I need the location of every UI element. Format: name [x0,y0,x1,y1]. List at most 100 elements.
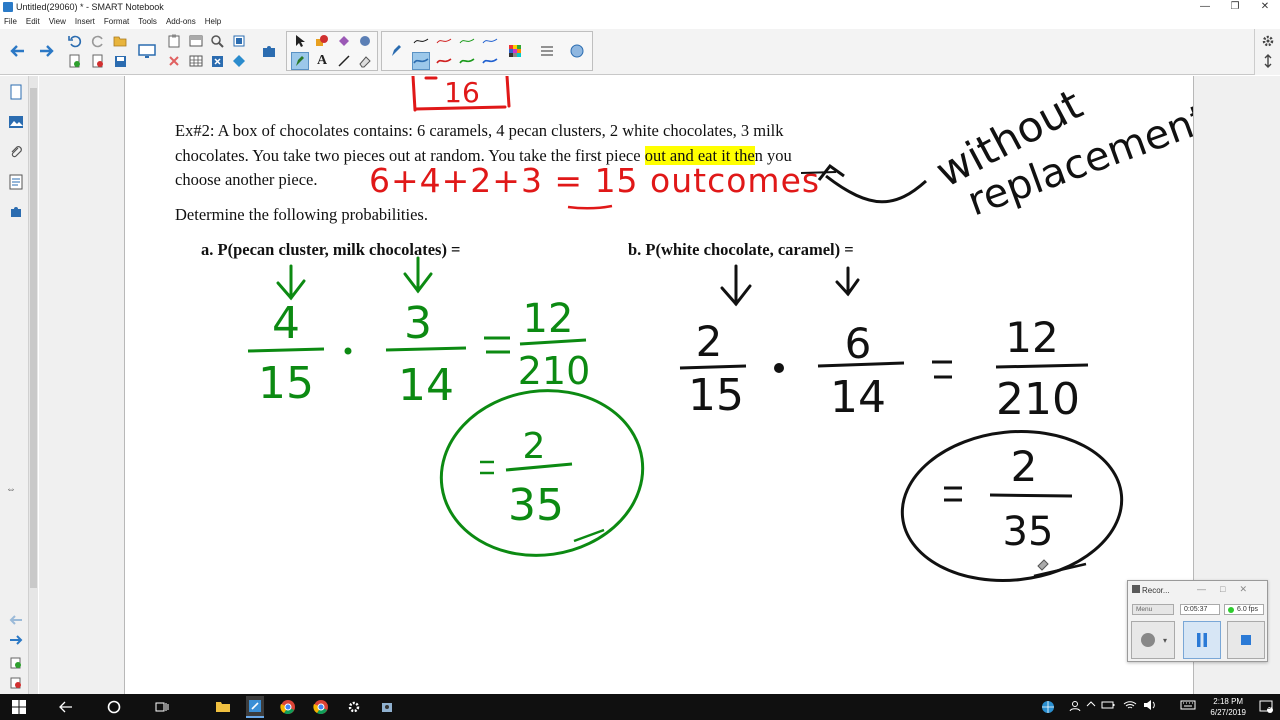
network-globe-icon[interactable] [1041,700,1055,717]
wifi-icon[interactable] [1123,700,1137,713]
recorder-elapsed-time: 0:05:37 [1180,604,1220,615]
back-arrow-icon[interactable] [57,698,75,716]
recorder-taskbar-icon[interactable] [378,698,396,716]
people-icon[interactable] [1069,700,1081,715]
battery-icon[interactable] [1101,700,1115,713]
pen-style-black-thin-icon[interactable] [412,32,430,50]
recorder-title: Recor... [1142,586,1170,595]
pause-button[interactable] [1183,621,1221,659]
volume-icon[interactable] [1143,700,1157,713]
record-button[interactable]: ▾ [1131,621,1175,659]
ink-b-simpl-num: 2 [1011,442,1038,491]
pen-type-icon[interactable] [387,42,405,60]
record-dropdown-icon[interactable]: ▾ [1163,636,1167,645]
menu-edit[interactable]: Edit [26,15,40,28]
delete-page-icon[interactable] [89,52,107,70]
capture-tool-icon[interactable] [230,32,248,50]
chrome-icon[interactable] [279,698,297,716]
sidebar-add-page-icon[interactable] [6,653,26,673]
sidebar-delete-page-icon[interactable] [6,673,26,693]
fill-icon[interactable] [335,32,353,50]
undo-icon[interactable] [66,32,84,50]
add-page-icon[interactable] [66,52,84,70]
color-palette-icon[interactable] [506,42,524,60]
pen-style-green-thick-icon[interactable] [458,52,476,70]
task-view-icon[interactable] [153,698,171,716]
menu-file[interactable]: File [4,15,17,28]
chrome-profile-icon[interactable] [312,698,330,716]
ink-arrow-to-highlight [825,174,928,204]
search-circle-icon[interactable] [105,698,123,716]
line-style-icon[interactable] [538,42,556,60]
show-hidden-icons-chevron-icon[interactable] [1086,700,1096,711]
ink-a-num2: 3 [404,298,432,349]
menu-help[interactable]: Help [205,15,221,28]
recorder-window-controls[interactable]: —□✕ [1197,584,1261,595]
file-explorer-icon[interactable] [214,698,232,716]
taskbar-clock[interactable]: 2:18 PM 6/27/2019 [1210,696,1246,718]
text-tool-icon[interactable]: A [313,52,331,70]
settings-taskbar-icon[interactable] [345,698,363,716]
minimize-button[interactable]: — [1190,0,1220,15]
toolbar-position-icon[interactable] [1259,52,1277,70]
stop-button[interactable] [1227,621,1265,659]
sidebar-scrollbar[interactable] [28,76,38,694]
maximize-button[interactable]: ❐ [1220,0,1250,15]
settings-gear-icon[interactable] [1259,32,1277,50]
doc-camera-icon[interactable] [230,52,248,70]
pen-style-red-thin-icon[interactable] [435,32,453,50]
menu-view[interactable]: View [49,15,66,28]
pen-style-blue-thick-icon[interactable] [481,52,499,70]
display-screen-icon[interactable] [138,42,156,60]
panel-resize-icon[interactable]: ⇔ [6,484,16,495]
shapes-icon[interactable] [313,32,331,50]
transparency-icon[interactable] [568,42,586,60]
pen-style-blue-thin-icon[interactable] [481,32,499,50]
problem-line-3: choose another piece. [175,170,318,189]
properties-icon[interactable] [6,172,26,192]
delete-icon[interactable] [165,52,183,70]
start-windows-icon[interactable] [10,698,28,716]
page-sorter-icon[interactable] [6,82,26,102]
save-icon[interactable] [111,52,129,70]
magic-pen-icon[interactable] [356,32,374,50]
menu-insert[interactable]: Insert [75,15,95,28]
sidebar-previous-page-icon[interactable] [6,610,26,630]
smart-notebook-taskbar-icon[interactable] [246,696,264,718]
select-pointer-icon[interactable] [291,32,309,50]
action-center-icon[interactable]: 3 [1259,699,1273,716]
gallery-icon[interactable] [6,112,26,132]
ink-b-den1: 15 [688,370,744,421]
previous-page-icon[interactable] [8,42,26,60]
whiteboard-canvas[interactable]: 16 6+4+2+3 = 15 outcomes without replace… [126,76,1193,694]
pen-tool-icon[interactable] [291,52,309,70]
recorder-menu-dropdown[interactable]: Menu [1132,604,1174,615]
sidebar-next-page-icon[interactable] [6,630,26,650]
paste-icon[interactable] [165,32,183,50]
pen-style-green-thin-icon[interactable] [458,32,476,50]
add-ons-puzzle-icon[interactable] [260,42,278,60]
sidebar-scroll-thumb[interactable] [30,88,37,588]
screen-shade-icon[interactable] [187,32,205,50]
clear-page-icon[interactable] [208,52,226,70]
recorder-app-icon [1132,585,1140,593]
table-icon[interactable] [187,52,205,70]
add-ons-tab-icon[interactable] [6,202,26,222]
magnifier-icon[interactable] [208,32,226,50]
keyboard-icon[interactable] [1180,700,1196,713]
pen-style-red-thick-icon[interactable] [435,52,453,70]
next-page-icon[interactable] [38,42,56,60]
line-tool-icon[interactable] [335,52,353,70]
redo-icon[interactable] [89,32,107,50]
menu-addons[interactable]: Add-ons [166,15,196,28]
pen-style-selected-icon[interactable] [412,52,430,70]
menu-format[interactable]: Format [104,15,129,28]
window-controls: — ❐ ✕ [1190,0,1280,15]
close-button[interactable]: ✕ [1250,0,1280,15]
eraser-icon[interactable] [356,52,374,70]
open-folder-icon[interactable] [111,32,129,50]
menu-tools[interactable]: Tools [138,15,157,28]
ink-a-simpl-den: 35 [508,480,564,531]
smart-notebook-window: Untitled(29060) * - SMART Notebook — ❐ ✕… [0,0,1280,720]
attachments-icon[interactable] [6,142,26,162]
